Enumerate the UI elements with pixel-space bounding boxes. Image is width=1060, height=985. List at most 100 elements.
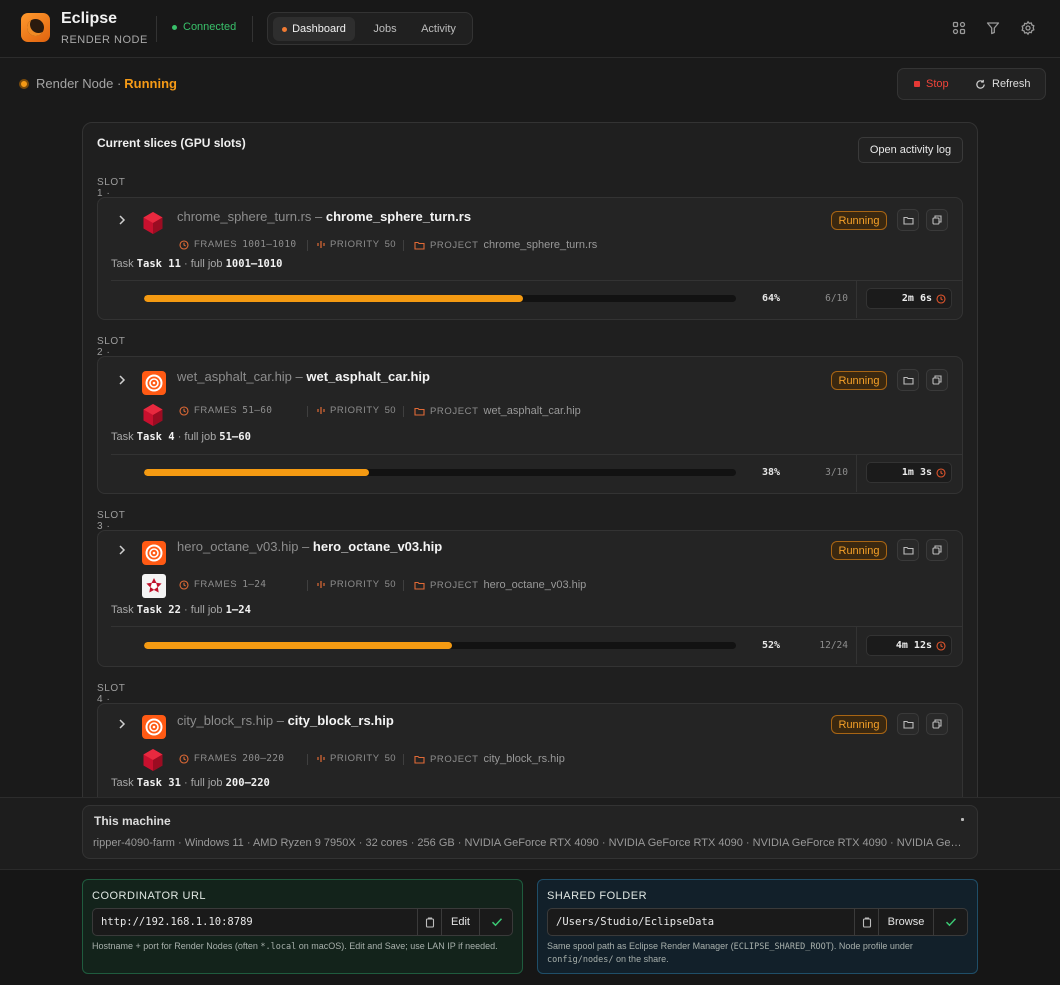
stop-button[interactable]: Stop (914, 69, 949, 99)
priority-icon (317, 406, 325, 415)
open-folder-button[interactable] (897, 713, 919, 735)
connected-dot-icon (172, 24, 177, 30)
redshift-icon (142, 403, 166, 427)
app-name: Eclipse (61, 10, 118, 27)
refresh-icon (975, 79, 986, 90)
frames-meta: FRAMES 1001–1010 (179, 239, 296, 250)
card-divider (111, 454, 962, 455)
copy-icon (862, 916, 872, 928)
folder-icon (902, 546, 914, 555)
card-divider (111, 626, 962, 627)
project-meta: PROJECT hero_octane_v03.hip (414, 579, 586, 591)
tab-jobs-label: Jobs (373, 23, 397, 35)
coordinator-help: Hostname + port for Render Nodes (often … (92, 941, 498, 952)
header-divider (252, 16, 253, 42)
progress-fill (144, 295, 523, 302)
expand-chevron-icon[interactable] (118, 718, 126, 730)
priority-meta: PRIORITY 50 (317, 753, 396, 764)
meta-divider (307, 754, 308, 765)
copy-path-button[interactable] (854, 909, 878, 935)
progress-fill (144, 469, 369, 476)
open-activity-log-button[interactable]: Open activity log (858, 137, 963, 163)
copy-icon (425, 916, 435, 928)
main-nav: Dashboard Jobs Activity (267, 12, 473, 45)
card-divider (856, 627, 857, 664)
expand-chevron-icon[interactable] (118, 374, 126, 386)
meta-divider (403, 240, 404, 251)
connection-label: Connected (183, 21, 237, 33)
copy-path-button[interactable] (926, 713, 948, 735)
stop-label: Stop (926, 78, 949, 90)
check-icon (945, 917, 957, 927)
connection-status: Connected (172, 21, 236, 33)
copy-icon (932, 545, 942, 555)
copy-path-button[interactable] (926, 209, 948, 231)
frame-count: 6/10 (825, 293, 848, 304)
tab-dashboard[interactable]: Dashboard (273, 17, 355, 41)
progress-percent: 64% (761, 293, 780, 304)
machine-title: This machine (94, 814, 171, 828)
expand-chevron-icon[interactable] (118, 214, 126, 226)
copy-path-button[interactable] (926, 369, 948, 391)
slot-card: wet_asphalt_car.hip – wet_asphalt_car.hi… (97, 356, 963, 494)
elapsed-time: 1m 3s (866, 462, 952, 483)
priority-icon (317, 580, 325, 589)
expand-caret-icon[interactable] (961, 818, 964, 821)
grid-icon[interactable] (951, 20, 967, 36)
progress-percent: 52% (761, 640, 780, 651)
elapsed-time: 2m 6s (866, 288, 952, 309)
project-meta: PROJECT city_block_rs.hip (414, 753, 565, 765)
clock-icon (179, 239, 189, 250)
frame-count: 12/24 (819, 640, 848, 651)
refresh-button[interactable]: Refresh (975, 69, 1031, 99)
shared-folder-value[interactable]: /Users/Studio/EclipseData (556, 916, 714, 928)
task-info: Task Task 22 · full job 1–24 (111, 604, 251, 616)
open-folder-button[interactable] (897, 539, 919, 561)
job-title: city_block_rs.hip – city_block_rs.hip (177, 713, 394, 728)
octane-icon (142, 574, 166, 598)
progress-fill (144, 642, 452, 649)
machine-card[interactable] (82, 805, 978, 859)
progress-bar (144, 642, 736, 649)
card-divider (856, 455, 857, 492)
tab-activity[interactable]: Activity (413, 17, 464, 41)
node-label: Render Node · (36, 76, 122, 91)
job-title: hero_octane_v03.hip – hero_octane_v03.hi… (177, 539, 443, 554)
frames-meta: FRAMES 1–24 (179, 579, 266, 590)
app-subtitle: RENDER NODE (61, 34, 148, 46)
copy-icon (932, 215, 942, 225)
check-icon (491, 917, 503, 927)
open-folder-button[interactable] (897, 209, 919, 231)
top-bar (0, 0, 1060, 58)
edit-url-button[interactable]: Edit (441, 909, 479, 935)
coordinator-url-value[interactable]: http://192.168.1.10:8789 (101, 916, 253, 928)
header-divider (156, 16, 157, 42)
node-status: Render Node · Running (19, 76, 177, 91)
status-dot-icon (19, 78, 29, 89)
copy-url-button[interactable] (417, 909, 441, 935)
task-info: Task Task 11 · full job 1001–1010 (111, 258, 283, 270)
meta-divider (403, 580, 404, 591)
expand-chevron-icon[interactable] (118, 544, 126, 556)
filter-icon[interactable] (985, 20, 1001, 36)
slot-card: chrome_sphere_turn.rs – chrome_sphere_tu… (97, 197, 963, 320)
priority-icon (317, 754, 325, 763)
folder-icon (414, 407, 425, 416)
copy-icon (932, 719, 942, 729)
status-badge: Running (831, 715, 887, 734)
save-folder-button[interactable] (933, 909, 968, 935)
meta-divider (307, 580, 308, 591)
copy-path-button[interactable] (926, 539, 948, 561)
project-meta: PROJECT wet_asphalt_car.hip (414, 405, 581, 417)
open-folder-button[interactable] (897, 369, 919, 391)
status-badge: Running (831, 211, 887, 230)
task-info: Task Task 4 · full job 51–60 (111, 431, 251, 443)
shared-folder-label: SHARED FOLDER (547, 890, 648, 902)
settings-icon[interactable] (1020, 20, 1036, 36)
browse-folder-button[interactable]: Browse (878, 909, 933, 935)
tab-jobs[interactable]: Jobs (361, 17, 409, 41)
app-logo (21, 13, 50, 42)
houdini-icon (142, 371, 166, 395)
clock-icon (179, 579, 189, 590)
save-url-button[interactable] (479, 909, 513, 935)
